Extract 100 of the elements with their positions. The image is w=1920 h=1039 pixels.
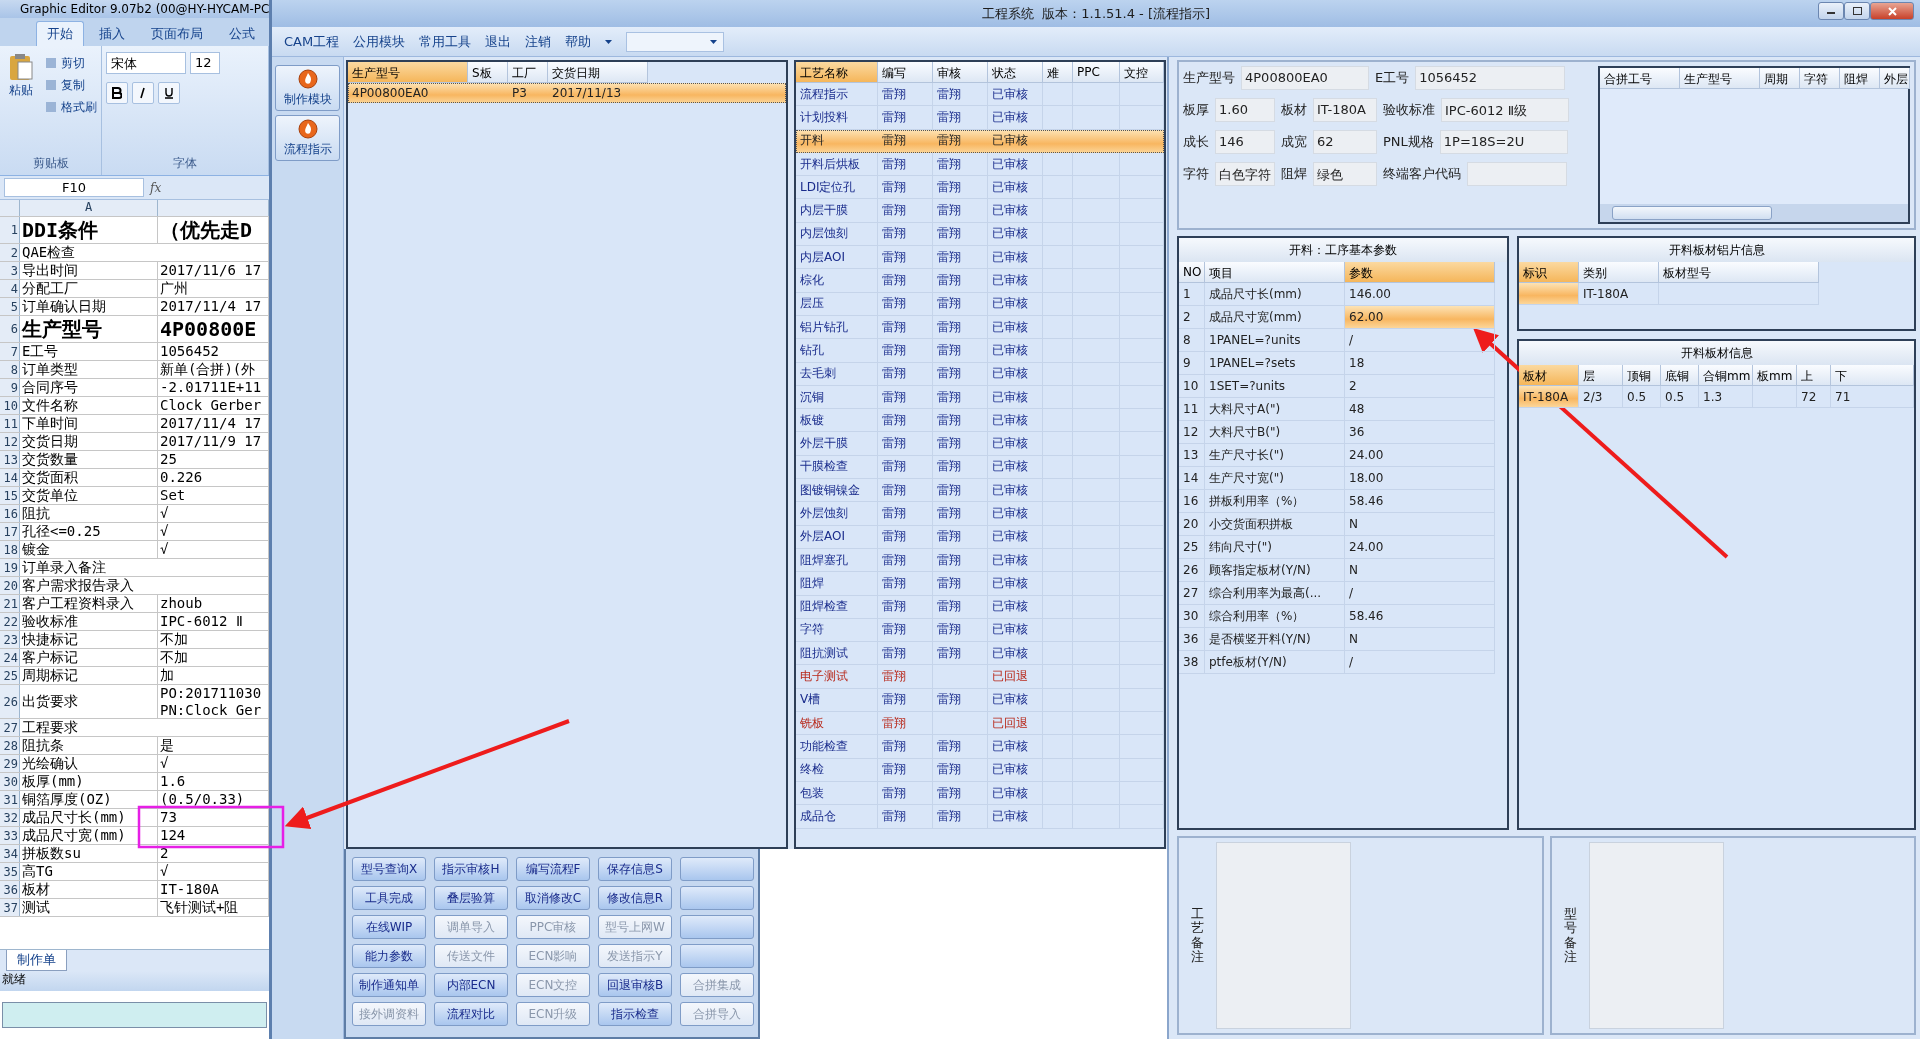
table-cell[interactable]: 2: [1345, 375, 1495, 398]
ribbon-button[interactable]: 剪切: [44, 52, 97, 74]
action-button[interactable]: 能力参数: [352, 944, 426, 968]
table-row[interactable]: 内层干膜 雷翔 雷翔 已审核: [796, 199, 1164, 223]
scroll-bar[interactable]: [1600, 204, 1908, 222]
table-cell[interactable]: 58.46: [1345, 605, 1495, 628]
column-header[interactable]: 参数: [1345, 262, 1495, 283]
font-name-field[interactable]: 宋体: [106, 52, 186, 74]
action-button[interactable]: 取消修改C: [516, 886, 590, 910]
table-row[interactable]: 阻焊检查 雷翔 雷翔 已审核: [796, 595, 1164, 619]
action-button[interactable]: 在线WIP: [352, 915, 426, 939]
column-header[interactable]: 字符: [1800, 68, 1840, 89]
table-row[interactable]: 外层AOI 雷翔 雷翔 已审核: [796, 525, 1164, 549]
table-row[interactable]: 外层蚀刻 雷翔 雷翔 已审核: [796, 502, 1164, 526]
value-field[interactable]: 白色字符: [1215, 162, 1275, 186]
action-button[interactable]: 流程对比: [434, 1002, 508, 1026]
table-cell[interactable]: /: [1345, 582, 1495, 605]
action-button[interactable]: 指示审核H: [434, 857, 508, 881]
table-row[interactable]: 板镀 雷翔 雷翔 已审核: [796, 409, 1164, 433]
table-cell[interactable]: /: [1345, 329, 1495, 352]
column-header[interactable]: 阻焊: [1840, 68, 1880, 89]
ribbon-tab[interactable]: 开始: [36, 21, 84, 46]
column-header[interactable]: 标识: [1519, 262, 1579, 283]
column-header[interactable]: 审核: [933, 62, 988, 83]
column-header[interactable]: 板mm: [1753, 365, 1797, 386]
combo-field[interactable]: [626, 31, 725, 52]
table-row[interactable]: 功能检查 雷翔 雷翔 已审核: [796, 735, 1164, 759]
table-row[interactable]: 铝片钻孔 雷翔 雷翔 已审核: [796, 315, 1164, 340]
table-row[interactable]: 终检 雷翔 雷翔 已审核: [796, 758, 1164, 782]
minimize-icon[interactable]: [1818, 2, 1844, 20]
table-row[interactable]: 开料 雷翔 雷翔 已审核: [796, 129, 1164, 153]
table-cell[interactable]: 48: [1345, 398, 1495, 421]
bold-icon[interactable]: [106, 82, 128, 104]
value-field[interactable]: 4P00800EA0: [1241, 66, 1369, 90]
menu-item[interactable]: 帮助: [565, 32, 592, 51]
column-header[interactable]: S板: [468, 62, 508, 83]
column-header[interactable]: 状态: [988, 62, 1043, 83]
column-header[interactable]: 文控: [1120, 62, 1164, 83]
column-header[interactable]: 难: [1043, 62, 1073, 83]
table-row[interactable]: 成品仓 雷翔 雷翔 已审核: [796, 805, 1164, 829]
ribbon-tab[interactable]: 公式: [218, 21, 266, 46]
column-header[interactable]: 合拼工号: [1600, 68, 1680, 89]
column-header[interactable]: 周期: [1760, 68, 1800, 89]
column-header[interactable]: 交货日期: [548, 62, 648, 83]
action-button[interactable]: 指示检查: [598, 1002, 672, 1026]
table-row[interactable]: 去毛刺 雷翔 雷翔 已审核: [796, 362, 1164, 386]
column-header[interactable]: 编写: [878, 62, 933, 83]
action-button[interactable]: 编写流程F: [516, 857, 590, 881]
column-header[interactable]: A: [20, 200, 158, 216]
sheet-tab[interactable]: 制作单: [6, 950, 67, 971]
maximize-icon[interactable]: [1844, 2, 1870, 20]
ribbon-tab[interactable]: 插入: [88, 21, 136, 46]
function-label[interactable]: fx: [150, 180, 162, 195]
menu-item[interactable]: 常用工具: [419, 32, 472, 51]
column-header[interactable]: 工厂: [508, 62, 548, 83]
value-field[interactable]: 1056452: [1415, 66, 1566, 90]
column-header[interactable]: 项目: [1205, 262, 1345, 283]
value-field[interactable]: 146: [1215, 130, 1275, 154]
table-row[interactable]: LDI定位孔 雷翔 雷翔 已审核: [796, 176, 1164, 200]
close-icon[interactable]: [1870, 2, 1914, 20]
table-row[interactable]: 图镀铜镍金 雷翔 雷翔 已审核: [796, 479, 1164, 503]
table-row[interactable]: 流程指示 雷翔 雷翔 已审核: [796, 83, 1164, 107]
column-header[interactable]: 层: [1579, 365, 1623, 386]
table-row[interactable]: 层压 雷翔 雷翔 已审核: [796, 292, 1164, 316]
action-button[interactable]: 叠层验算: [434, 886, 508, 910]
name-box[interactable]: F10: [4, 178, 144, 197]
column-header[interactable]: 板材: [1519, 365, 1579, 386]
column-header[interactable]: NO: [1179, 262, 1205, 283]
table-row[interactable]: 字符 雷翔 雷翔 已审核: [796, 618, 1164, 643]
action-button[interactable]: 制作通知单: [352, 973, 426, 997]
column-header[interactable]: 工艺名称: [796, 62, 878, 83]
table-row[interactable]: 棕化 雷翔 雷翔 已审核: [796, 269, 1164, 293]
value-field[interactable]: IPC-6012 Ⅱ级: [1441, 98, 1569, 122]
blank-button[interactable]: [680, 915, 754, 939]
column-header[interactable]: 外层: [1880, 68, 1910, 89]
table-row[interactable]: 外层干膜 雷翔 雷翔 已审核: [796, 432, 1164, 456]
table-row[interactable]: 沉铜 雷翔 雷翔 已审核: [796, 385, 1164, 410]
table-cell[interactable]: N: [1345, 628, 1495, 651]
action-button[interactable]: 修改信息R: [598, 886, 672, 910]
column-header[interactable]: 底铜: [1661, 365, 1699, 386]
column-header[interactable]: 板材型号: [1659, 262, 1819, 283]
table-row[interactable]: 铣板 雷翔 已回退: [796, 712, 1164, 736]
menu-item[interactable]: 注销: [525, 32, 552, 51]
action-button[interactable]: 工具完成: [352, 886, 426, 910]
action-button[interactable]: 保存信息S: [598, 857, 672, 881]
ribbon-button[interactable]: 复制: [44, 74, 97, 96]
column-header[interactable]: 上: [1797, 365, 1831, 386]
table-row[interactable]: V槽 雷翔 雷翔 已审核: [796, 688, 1164, 712]
table-cell[interactable]: 36: [1345, 421, 1495, 444]
table-row[interactable]: 干膜检查 雷翔 雷翔 已审核: [796, 455, 1164, 480]
value-field[interactable]: IT-180A: [1313, 98, 1377, 122]
blank-button[interactable]: [680, 944, 754, 968]
table-row[interactable]: 阻焊 雷翔 雷翔 已审核: [796, 572, 1164, 596]
blank-button[interactable]: [680, 886, 754, 910]
ribbon-button[interactable]: 格式刷: [44, 96, 97, 118]
action-button[interactable]: 型号查询X: [352, 857, 426, 881]
table-row[interactable]: 内层蚀刻 雷翔 雷翔 已审核: [796, 222, 1164, 247]
caret-icon[interactable]: [710, 39, 718, 44]
table-row[interactable]: 开料后烘板 雷翔 雷翔 已审核: [796, 152, 1164, 177]
table-row[interactable]: 4P00800EA0 P3 2017/11/13: [348, 83, 786, 103]
